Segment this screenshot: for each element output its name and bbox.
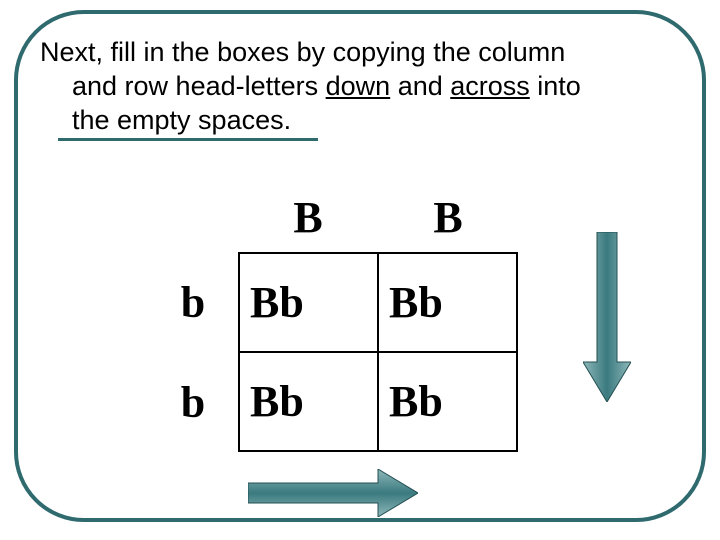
cell-1-2: Bb xyxy=(378,252,518,352)
slide-frame: Next, fill in the boxes by copying the c… xyxy=(14,10,706,522)
arrow-down-icon xyxy=(583,232,631,402)
corner-blank xyxy=(148,182,238,252)
instruction-line2-post: into xyxy=(530,71,581,101)
row-header-2: b xyxy=(148,352,238,452)
arrow-right-icon xyxy=(248,469,418,517)
instruction-text: Next, fill in the boxes by copying the c… xyxy=(40,36,660,137)
row-header-1: b xyxy=(148,252,238,352)
instruction-word-across: across xyxy=(450,71,530,101)
instruction-line2-pre: and row head-letters xyxy=(72,71,326,101)
cell-1-1: Bb xyxy=(238,252,378,352)
accent-line xyxy=(58,138,318,141)
cell-2-2: Bb xyxy=(378,352,518,452)
instruction-line3: the empty spaces. xyxy=(40,104,660,138)
cell-2-1: Bb xyxy=(238,352,378,452)
col-header-1: B xyxy=(238,182,378,252)
instruction-line2-mid: and xyxy=(390,71,450,101)
punnett-square: B B b Bb Bb b Bb Bb xyxy=(148,182,518,452)
instruction-word-down: down xyxy=(326,71,391,101)
col-header-2: B xyxy=(378,182,518,252)
instruction-line1: Next, fill in the boxes by copying the c… xyxy=(40,37,565,67)
